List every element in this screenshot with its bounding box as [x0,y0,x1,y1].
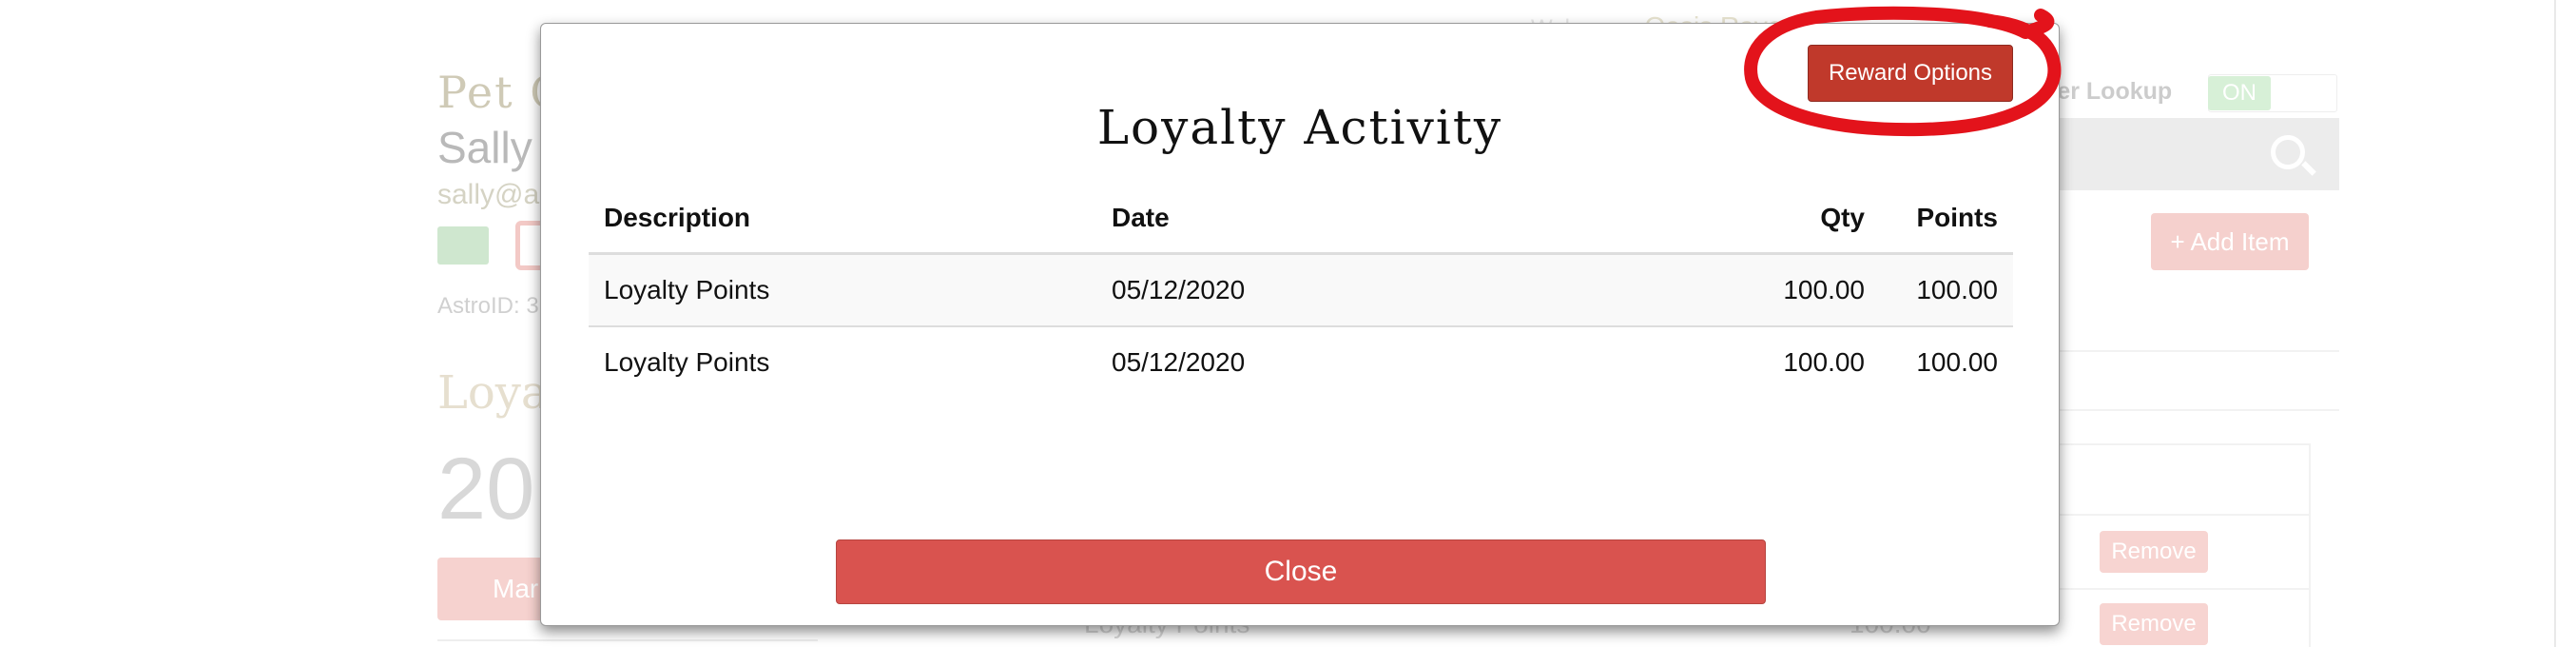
remove-button[interactable]: Remove [2100,603,2208,645]
close-button[interactable]: Close [836,539,1766,604]
cell-qty: 100.00 [1783,347,1865,377]
customer-lookup-label: ter Lookup [2049,78,2173,105]
search-icon[interactable] [2271,135,2305,169]
header-date: Date [1096,184,1545,255]
modal-title: Loyalty Activity [1096,100,1503,155]
cell-date: 05/12/2020 [1112,347,1246,377]
divider [2309,443,2311,647]
lookup-toggle[interactable]: ON [2208,76,2271,110]
reward-options-button[interactable]: Reward Options [1808,45,2013,102]
divider [437,639,818,641]
cell-qty: 100.00 [1545,253,1880,327]
astro-id: AstroID: 3 [437,293,539,319]
remove-button[interactable]: Remove [2100,531,2208,573]
table-row: Loyalty Points 05/12/2020 100.00 100.00 [589,326,2013,398]
cell-date: 05/12/2020 [1096,253,1545,327]
loyalty-activity-table: Description Date Qty Points Loyalty Poin… [589,184,2013,398]
customer-name: Sally [437,123,533,172]
points-total: 20 [437,441,535,538]
header-qty: Qty [1545,184,1880,255]
loyalty-heading: Loya [437,366,549,420]
scrollbar[interactable] [2554,0,2556,647]
table-header-row: Description Date Qty Points [589,184,2013,255]
cell-description: Loyalty Points [604,347,770,377]
table-row: Loyalty Points 05/12/2020 100.00 100.00 [589,253,2013,327]
manage-button[interactable]: Mar [437,558,552,620]
header-description: Description [589,184,1096,255]
loyalty-activity-modal: Loyalty Activity Reward Options Descript… [540,23,2060,626]
add-item-button[interactable]: + Add Item [2151,213,2309,270]
customer-email: sally@a [437,179,540,210]
cell-points: 100.00 [1916,347,1998,377]
cell-description: Loyalty Points [589,253,1096,327]
cell-points: 100.00 [1880,253,2013,327]
header-points: Points [1880,184,2013,255]
envelope-icon[interactable] [437,226,489,265]
